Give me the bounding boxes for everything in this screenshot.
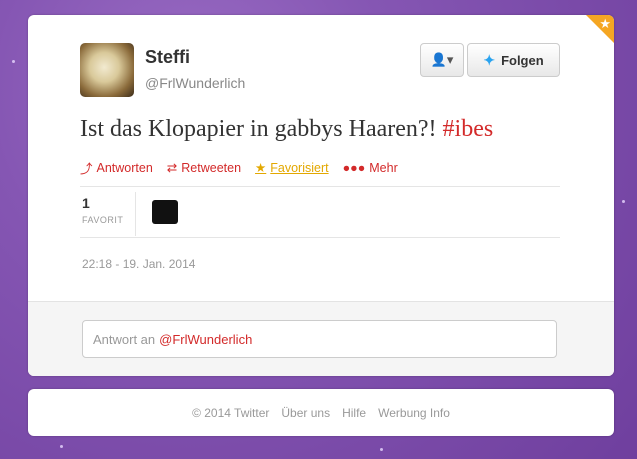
tweet-card: ★ Steffi @FrlWunderlich 👤▾ ✦ Folgen Ist …	[28, 15, 614, 376]
tweet-text: Ist das Klopapier in gabbys Haaren?! #ib…	[80, 116, 493, 143]
footer-link-ads[interactable]: Werbung Info	[378, 406, 450, 420]
user-menu-button[interactable]: 👤▾	[420, 43, 464, 77]
follow-label: Folgen	[501, 52, 544, 68]
background-sparkle	[60, 445, 63, 448]
more-dots-icon: ●●●	[342, 160, 366, 175]
profile-handle[interactable]: @FrlWunderlich	[145, 75, 245, 91]
retweet-label: Retweeten	[181, 160, 242, 175]
favorites-count[interactable]: 1	[82, 195, 90, 211]
reply-prefix: Antwort an	[93, 331, 156, 347]
divider	[80, 186, 560, 187]
avatar[interactable]	[80, 43, 134, 97]
tweet-timestamp[interactable]: 22:18 - 19. Jan. 2014	[82, 257, 195, 271]
reply-button[interactable]: ⤴ Antworten	[80, 158, 153, 177]
footer-copyright: © 2014 Twitter	[192, 405, 270, 420]
twitter-bird-icon: ✦	[483, 51, 496, 68]
reply-label: Antworten	[96, 160, 153, 175]
background-sparkle	[12, 60, 15, 63]
footer: © 2014 Twitter Über uns Hilfe Werbung In…	[28, 389, 614, 436]
favorites-label: FAVORIT	[82, 215, 124, 225]
hashtag-link[interactable]: #ibes	[443, 116, 494, 142]
favorite-button[interactable]: ★ Favorisiert	[255, 158, 329, 177]
background-sparkle	[622, 200, 625, 203]
footer-link-about[interactable]: Über uns	[281, 406, 330, 420]
retweet-icon: ⇄	[166, 161, 178, 175]
star-icon: ★	[255, 161, 267, 175]
star-icon: ★	[599, 16, 611, 31]
user-dropdown-icon: 👤▾	[430, 52, 454, 67]
tweet-actions: ⤴ Antworten ⇄ Retweeten ★ Favorisiert ●●…	[80, 158, 398, 177]
more-label: Mehr	[369, 160, 398, 175]
reply-mention: @FrlWunderlich	[159, 331, 253, 347]
divider	[135, 192, 136, 236]
footer-link-help[interactable]: Hilfe	[342, 406, 366, 420]
profile-name[interactable]: Steffi	[145, 47, 190, 68]
follow-button[interactable]: ✦ Folgen	[467, 43, 560, 77]
favoriter-avatar[interactable]	[152, 200, 178, 224]
reply-area: Antwort an @FrlWunderlich	[28, 301, 614, 376]
reply-icon: ⤴	[80, 162, 93, 176]
background-sparkle	[380, 448, 383, 451]
reply-input[interactable]: Antwort an @FrlWunderlich	[82, 320, 557, 358]
more-button[interactable]: ●●● Mehr	[343, 158, 398, 177]
divider	[80, 237, 560, 238]
tweet-body: Ist das Klopapier in gabbys Haaren?!	[80, 116, 437, 142]
favorite-label: Favorisiert	[270, 160, 329, 175]
retweet-button[interactable]: ⇄ Retweeten	[167, 158, 241, 177]
